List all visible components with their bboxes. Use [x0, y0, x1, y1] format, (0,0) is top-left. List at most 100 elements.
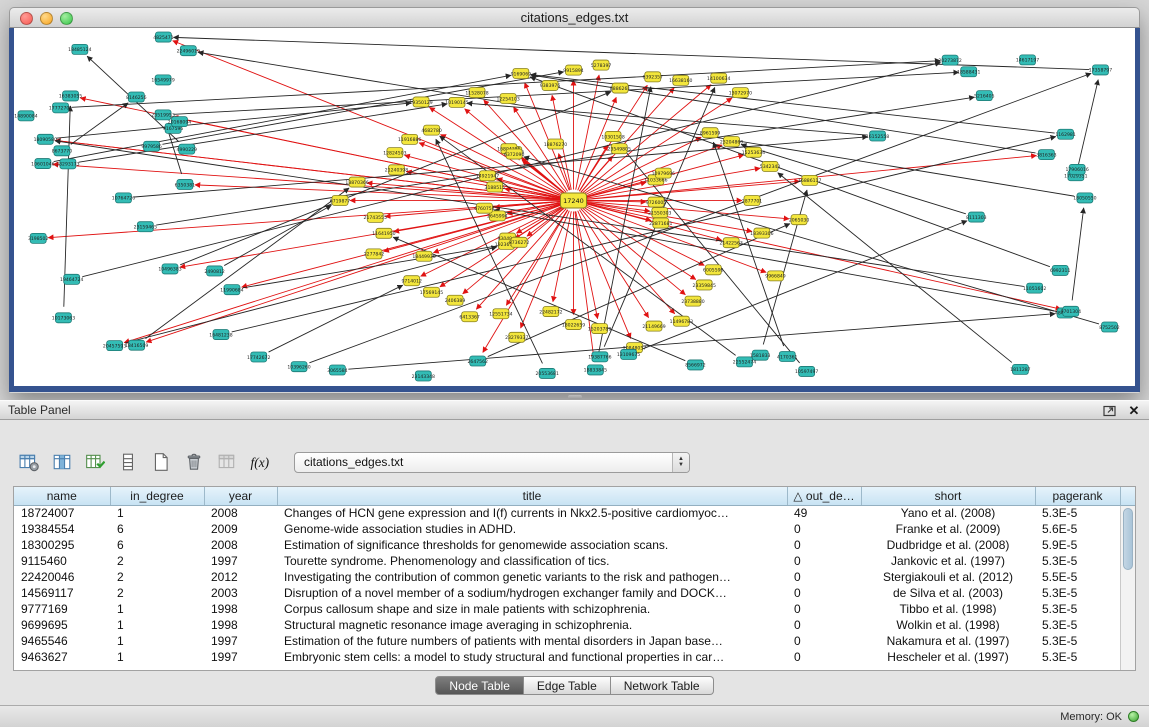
- column-header-2[interactable]: year: [204, 487, 277, 505]
- table-row[interactable]: 946362711997Embryonic stem cells: a mode…: [14, 649, 1120, 665]
- graph-node[interactable]: 23519953: [151, 110, 174, 120]
- graph-node[interactable]: 10764726: [112, 193, 135, 203]
- graph-node[interactable]: 4682780: [421, 125, 441, 135]
- show-columns-icon[interactable]: [49, 449, 75, 475]
- graph-node[interactable]: 8111303: [966, 212, 986, 222]
- new-table-icon[interactable]: [148, 449, 174, 475]
- graph-node[interactable]: 23143348: [412, 371, 435, 381]
- graph-node[interactable]: 18485124: [68, 44, 91, 54]
- graph-node[interactable]: 4990229: [177, 144, 197, 154]
- graph-node[interactable]: 6992311: [1050, 265, 1070, 275]
- graph-node[interactable]: 16152558: [866, 131, 889, 141]
- row-selection-icon[interactable]: [115, 449, 141, 475]
- graph-node[interactable]: 9966849: [765, 271, 785, 281]
- graph-node[interactable]: 10601046: [31, 159, 54, 169]
- graph-node[interactable]: 17358797: [1089, 65, 1112, 75]
- graph-node[interactable]: 1811287: [1010, 364, 1030, 374]
- graph-node[interactable]: 20457593: [103, 341, 126, 351]
- graph-node[interactable]: 2490812: [204, 266, 224, 276]
- function-builder-icon[interactable]: f(x): [247, 449, 273, 475]
- graph-node[interactable]: 4825471: [153, 32, 173, 42]
- graph-node[interactable]: 8961599: [700, 128, 720, 138]
- graph-node[interactable]: 5278397: [591, 60, 611, 70]
- panel-splitter[interactable]: [0, 393, 1149, 400]
- graph-node[interactable]: 10597497: [795, 366, 818, 376]
- graph-node[interactable]: 18833845: [584, 365, 607, 375]
- column-header-4[interactable]: △ out_de…: [787, 487, 861, 505]
- table-row[interactable]: 969969511998Structural magnetic resonanc…: [14, 617, 1120, 633]
- graph-node[interactable]: 13870366: [345, 177, 368, 187]
- graph-node[interactable]: 11990684: [220, 285, 243, 295]
- graph-node[interactable]: 8752502: [1099, 322, 1119, 332]
- graph-node[interactable]: 20273872: [938, 55, 961, 65]
- graph-node[interactable]: 9915894: [563, 65, 583, 75]
- graph-node[interactable]: 5342343: [760, 161, 780, 171]
- graph-node[interactable]: 10190145: [445, 97, 468, 107]
- float-panel-icon[interactable]: [1103, 404, 1117, 417]
- graph-node[interactable]: 14617197: [1016, 55, 1039, 65]
- graph-node[interactable]: 18876270: [544, 139, 567, 149]
- graph-node[interactable]: 6719877: [330, 195, 350, 205]
- graph-node[interactable]: 22552474: [733, 357, 756, 367]
- graph-node[interactable]: 23279337: [505, 332, 528, 342]
- column-header-5[interactable]: short: [861, 487, 1035, 505]
- graph-node[interactable]: 10173063: [52, 313, 75, 323]
- column-header-6[interactable]: pagerank: [1035, 487, 1120, 505]
- column-header-0[interactable]: name: [14, 487, 110, 505]
- graph-node[interactable]: 23204860: [720, 136, 743, 146]
- close-window-button[interactable]: [20, 12, 33, 25]
- table-row[interactable]: 946554611997Estimation of the future num…: [14, 633, 1120, 649]
- graph-node[interactable]: 17906016: [1065, 164, 1088, 174]
- graph-node[interactable]: 21422563: [720, 238, 743, 248]
- graph-node[interactable]: 21743555: [364, 212, 387, 222]
- graph-node[interactable]: 12551734: [489, 309, 512, 319]
- graph-node[interactable]: 10301508: [601, 131, 624, 141]
- graph-node[interactable]: 21240398: [385, 165, 408, 175]
- graph-node[interactable]: 18090580: [34, 134, 57, 144]
- graph-node[interactable]: 18449936: [412, 251, 435, 261]
- graph-node[interactable]: 18050550: [1073, 193, 1096, 203]
- graph-node[interactable]: 14100634: [707, 73, 730, 83]
- vertical-scrollbar[interactable]: [1120, 506, 1135, 670]
- graph-node[interactable]: 18588431: [957, 67, 980, 77]
- graph-node[interactable]: 11641950: [372, 228, 395, 238]
- graph-node[interactable]: 16549979: [151, 75, 174, 85]
- zoom-window-button[interactable]: [60, 12, 73, 25]
- graph-node[interactable]: 9701304: [1061, 306, 1081, 316]
- graph-node[interactable]: 16383055: [59, 91, 82, 101]
- graph-node[interactable]: 3198502: [28, 233, 48, 243]
- network-canvas[interactable]: 2877701206503018393306214225639966849600…: [14, 28, 1135, 386]
- graph-node[interactable]: 2277842: [364, 249, 384, 259]
- graph-node[interactable]: 6392357: [643, 72, 663, 82]
- column-header-1[interactable]: in_degree: [110, 487, 204, 505]
- graph-node[interactable]: 9726005: [646, 197, 666, 207]
- graph-node[interactable]: 8566972: [685, 360, 705, 370]
- graph-node[interactable]: 23293173: [56, 159, 79, 169]
- graph-node[interactable]: 17742672: [247, 352, 270, 362]
- graph-node[interactable]: 14921947: [476, 171, 499, 181]
- graph-node[interactable]: 16638160: [669, 75, 692, 85]
- column-header-3[interactable]: title: [277, 487, 787, 505]
- graph-node[interactable]: 10396260: [287, 362, 310, 372]
- graph-node[interactable]: 9714012: [401, 276, 421, 286]
- graph-node[interactable]: 20553681: [536, 368, 559, 378]
- table-row[interactable]: 911546021997Tourette syndrome. Phenomeno…: [14, 553, 1120, 569]
- graph-node[interactable]: 3188515: [485, 182, 505, 192]
- graph-node[interactable]: 19387766: [588, 352, 611, 362]
- graph-node[interactable]: 11528078: [465, 88, 488, 98]
- graph-node[interactable]: 6760754: [474, 203, 494, 213]
- graph-node[interactable]: 13072970: [729, 88, 752, 98]
- graph-node[interactable]: 1162981: [1055, 129, 1075, 139]
- graph-node[interactable]: 9169069: [511, 68, 531, 78]
- graph-node[interactable]: 2406389: [445, 295, 465, 305]
- graph-node[interactable]: 18393306: [750, 228, 773, 238]
- graph-node[interactable]: 17772701: [49, 103, 72, 113]
- graph-node[interactable]: 23359845: [693, 280, 716, 290]
- graph-node[interactable]: 8886261: [610, 83, 630, 93]
- tab-node-table[interactable]: Node Table: [435, 676, 524, 695]
- graph-node[interactable]: 22482172: [539, 307, 562, 317]
- graph-node[interactable]: 21149669: [642, 321, 665, 331]
- graph-node[interactable]: 9383976: [540, 80, 560, 90]
- graph-node[interactable]: 15253634: [742, 147, 765, 157]
- tab-edge-table[interactable]: Edge Table: [524, 676, 611, 695]
